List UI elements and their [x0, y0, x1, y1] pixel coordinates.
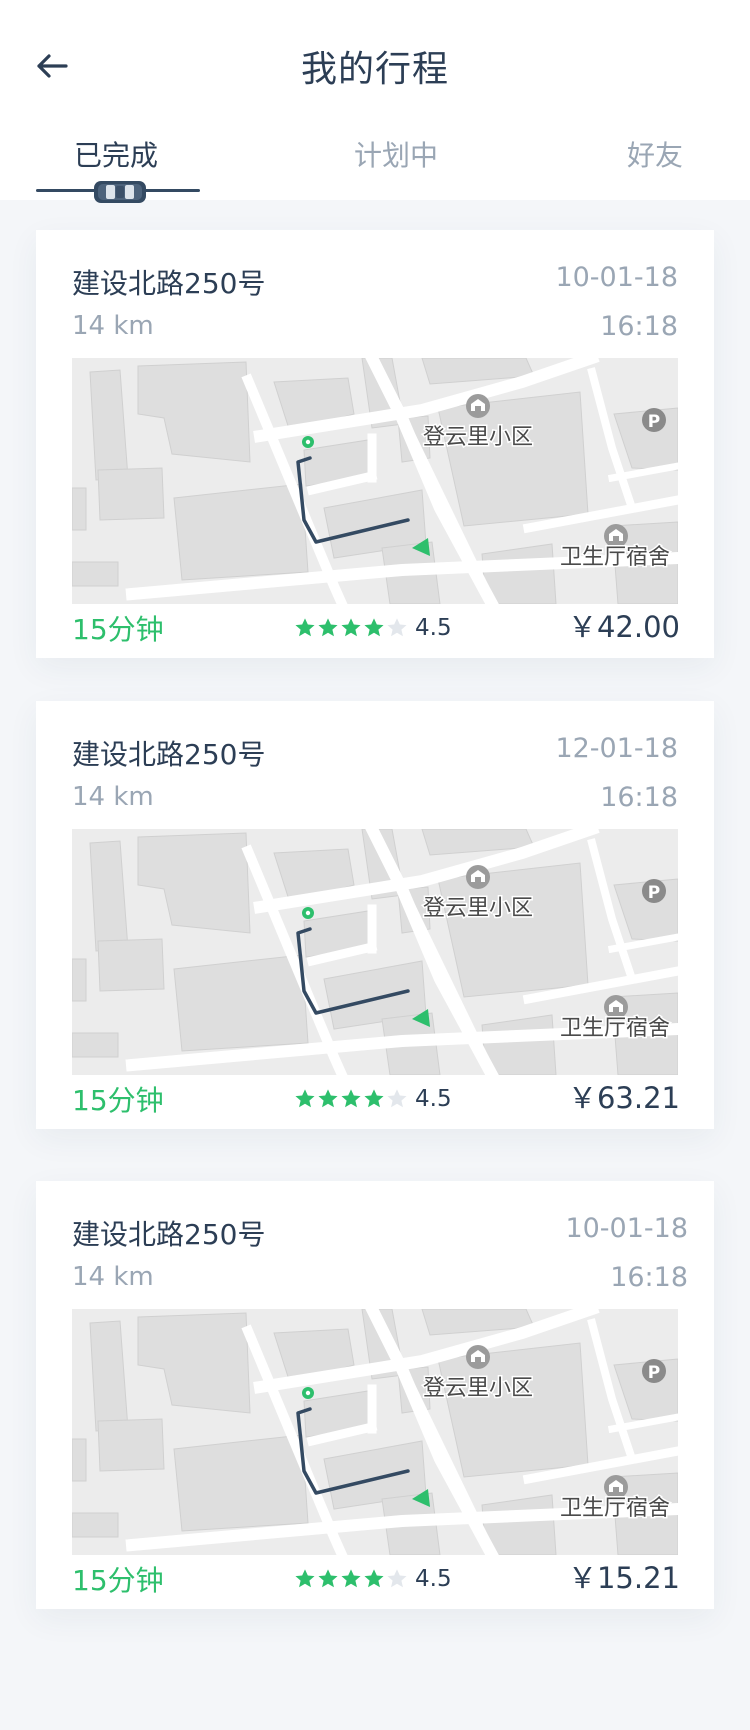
rating-value: 4.5 — [415, 1566, 452, 1592]
star-filled-icon — [318, 618, 338, 637]
parking-icon: P — [648, 1363, 660, 1383]
page-title: 我的行程 — [300, 49, 449, 90]
trip-date: 10-01-18 — [565, 1213, 688, 1244]
trip-address: 建设北路250号 — [72, 1218, 266, 1251]
star-filled-icon — [295, 618, 315, 637]
tab-friends[interactable]: 好友 — [627, 134, 683, 174]
star-filled-icon — [341, 1569, 361, 1588]
trip-distance: 14 km — [72, 782, 154, 812]
tab-planned[interactable]: 计划中 — [354, 134, 438, 174]
trip-price: ￥63.21 — [567, 1081, 680, 1115]
route-map[interactable]: P 登云里小区卫生厅宿舍 — [72, 1309, 678, 1555]
trip-time: 16:18 — [600, 311, 678, 342]
star-filled-icon — [318, 1569, 338, 1588]
trip-duration: 15分钟 — [72, 1564, 164, 1597]
trip-distance: 14 km — [72, 1262, 154, 1292]
header: 我的行程 已完成 计划中 好友 — [0, 0, 750, 203]
star-filled-icon — [341, 618, 361, 637]
trip-card[interactable]: 建设北路250号 10-01-18 14 km 16:18 P 登云里小区卫生厅宿… — [36, 1181, 714, 1609]
trip-time: 16:18 — [610, 1262, 688, 1293]
tab-completed[interactable]: 已完成 — [74, 134, 158, 174]
parking-icon: P — [648, 412, 660, 432]
car-icon — [94, 181, 146, 203]
trip-duration: 15分钟 — [72, 1084, 164, 1117]
trip-price: ￥42.00 — [567, 610, 680, 644]
star-filled-icon — [364, 1569, 384, 1588]
trip-rating: 4.5 — [294, 1084, 452, 1114]
parking-icon: P — [648, 883, 660, 903]
trip-address: 建设北路250号 — [72, 267, 266, 300]
poi-label: 登云里小区 — [423, 896, 533, 921]
trip-time: 16:18 — [600, 782, 678, 813]
poi-label: 登云里小区 — [423, 425, 533, 450]
trip-rating: 4.5 — [294, 613, 452, 643]
poi-label: 卫生厅宿舍 — [560, 545, 670, 570]
trip-price: ￥15.21 — [567, 1561, 680, 1595]
poi-label: 登云里小区 — [423, 1376, 533, 1401]
trip-rating: 4.5 — [294, 1564, 452, 1594]
star-filled-icon — [318, 1089, 338, 1108]
route-map[interactable]: P 登云里小区卫生厅宿舍 — [72, 829, 678, 1075]
poi-label: 卫生厅宿舍 — [560, 1496, 670, 1521]
trip-duration: 15分钟 — [72, 613, 164, 646]
star-filled-icon — [295, 1569, 315, 1588]
star-filled-icon — [364, 618, 384, 637]
star-empty-icon — [387, 618, 407, 637]
poi-label: 卫生厅宿舍 — [560, 1016, 670, 1041]
star-filled-icon — [295, 1089, 315, 1108]
star-empty-icon — [387, 1569, 407, 1588]
trip-card[interactable]: 建设北路250号 10-01-18 14 km 16:18 P 登云里小区卫生厅宿… — [36, 230, 714, 658]
trip-address: 建设北路250号 — [72, 738, 266, 771]
rating-value: 4.5 — [415, 1086, 452, 1112]
trip-date: 12-01-18 — [555, 733, 678, 764]
trip-card[interactable]: 建设北路250号 12-01-18 14 km 16:18 P 登云里小区卫生厅宿… — [36, 701, 714, 1129]
trip-distance: 14 km — [72, 311, 154, 341]
star-filled-icon — [341, 1089, 361, 1108]
rating-value: 4.5 — [415, 615, 452, 641]
star-empty-icon — [387, 1089, 407, 1108]
trip-date: 10-01-18 — [555, 262, 678, 293]
star-filled-icon — [364, 1089, 384, 1108]
route-map[interactable]: P 登云里小区卫生厅宿舍 — [72, 358, 678, 604]
